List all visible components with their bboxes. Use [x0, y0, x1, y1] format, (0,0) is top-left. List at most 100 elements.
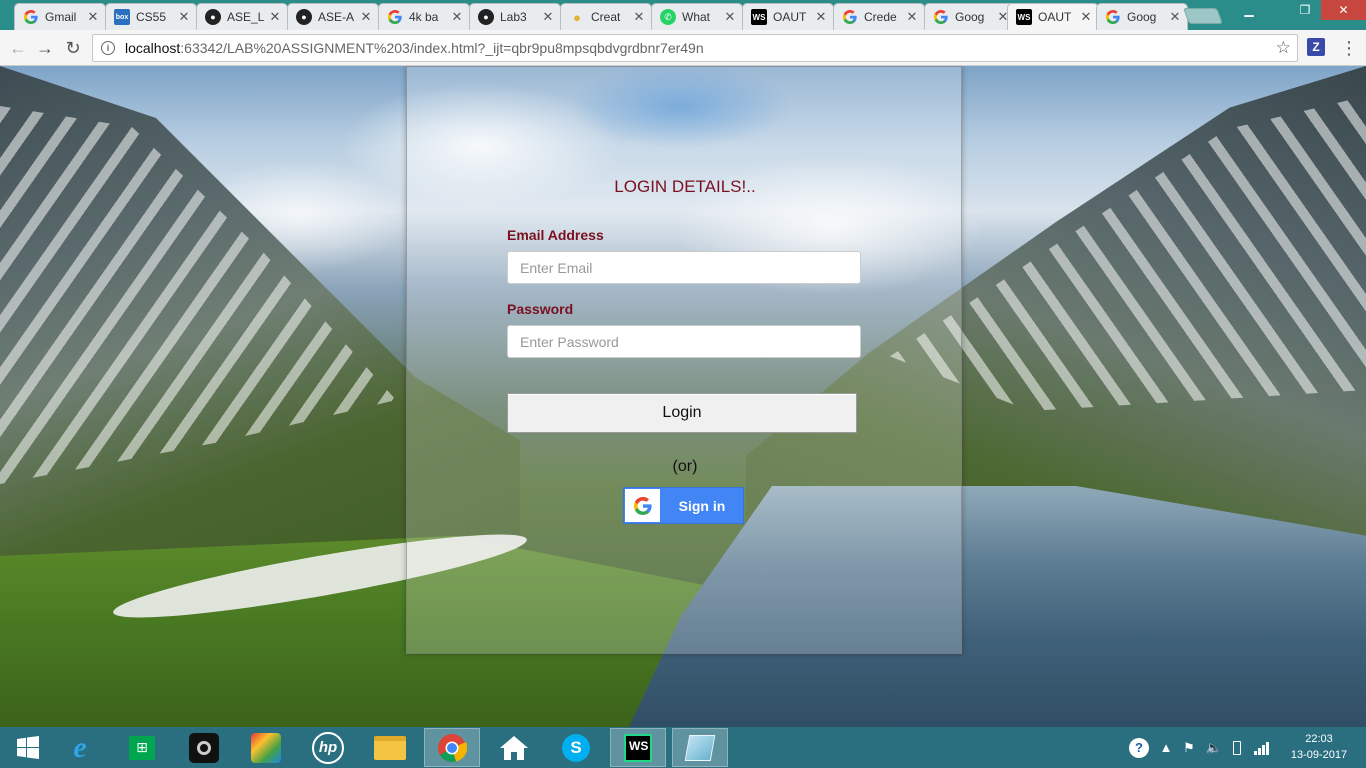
hp-icon[interactable]: hp: [300, 728, 356, 767]
extension-z-icon[interactable]: Z: [1307, 38, 1325, 56]
volume-icon[interactable]: 🔈: [1204, 727, 1224, 768]
bulb-icon: ●: [573, 9, 581, 25]
clock-date: 13-09-2017: [1290, 749, 1348, 761]
url-path: :63342/LAB%20ASSIGNMENT%203/index.html?_…: [180, 40, 704, 56]
close-tab-icon[interactable]: ✕: [269, 9, 281, 25]
chrome-icon[interactable]: [424, 728, 480, 767]
login-button[interactable]: Login: [507, 393, 857, 433]
tab-title: What: [682, 10, 711, 24]
login-title: LOGIN DETAILS!..: [614, 177, 756, 196]
back-arrow-icon[interactable]: ←: [6, 36, 30, 60]
url-host: localhost: [125, 40, 181, 56]
window-close-icon[interactable]: ✕: [1321, 0, 1366, 20]
tab-oauth[interactable]: WS OAUT ✕: [742, 3, 834, 30]
google-g-icon: [933, 9, 949, 25]
tab-title: Gmail: [45, 10, 77, 24]
info-icon[interactable]: i: [101, 41, 115, 55]
tab-credentials[interactable]: Crede ✕: [833, 3, 925, 30]
puzzle-app-icon[interactable]: [238, 728, 294, 767]
password-label: Password: [507, 301, 574, 317]
browser-toolbar: ← → ↻ i localhost:63342/LAB%20ASSIGNMENT…: [0, 30, 1366, 66]
help-icon[interactable]: ?: [1126, 727, 1152, 768]
action-center-flag-icon[interactable]: ⚑: [1180, 727, 1198, 768]
google-g-icon: [842, 9, 858, 25]
clock-time: 22:03: [1305, 733, 1333, 745]
password-input[interactable]: [507, 325, 861, 358]
notepad-icon[interactable]: [672, 728, 728, 767]
close-tab-icon[interactable]: ✕: [724, 9, 736, 25]
or-separator: (or): [672, 458, 698, 475]
url-text: localhost:63342/LAB%20ASSIGNMENT%203/ind…: [125, 40, 704, 56]
tab-title: Lab3: [500, 10, 527, 24]
file-explorer-icon[interactable]: [362, 728, 418, 767]
forward-arrow-icon[interactable]: →: [33, 36, 57, 60]
reload-icon[interactable]: ↻: [61, 36, 85, 60]
google-g-icon: [1105, 9, 1121, 25]
tab-title: Goog: [1127, 10, 1157, 24]
close-tab-icon[interactable]: ✕: [1169, 9, 1181, 25]
bookmark-star-icon[interactable]: ☆: [1276, 38, 1291, 58]
tab-google[interactable]: Goog ✕: [1096, 3, 1188, 30]
close-tab-icon[interactable]: ✕: [1080, 9, 1092, 25]
tab-oauth-active[interactable]: WS OAUT ✕: [1007, 3, 1099, 30]
github-icon: ●: [205, 9, 221, 25]
close-tab-icon[interactable]: ✕: [542, 9, 554, 25]
close-tab-icon[interactable]: ✕: [360, 9, 372, 25]
minimize-icon[interactable]: ▁: [1234, 0, 1264, 20]
tab-title: OAUT: [1038, 10, 1072, 24]
home-icon[interactable]: [486, 728, 542, 767]
login-panel: LOGIN DETAILS!.. Email Address Password …: [406, 66, 962, 654]
tab-google[interactable]: 4k ba ✕: [378, 3, 470, 30]
system-clock[interactable]: 22:03 13-09-2017: [1284, 731, 1354, 763]
tab-whatsapp[interactable]: ✆ What ✕: [651, 3, 743, 30]
email-label: Email Address: [507, 227, 604, 243]
close-tab-icon[interactable]: ✕: [178, 9, 190, 25]
show-hidden-icons-chevron-icon[interactable]: ▲: [1158, 727, 1174, 768]
tab-github[interactable]: ● ASE_L ✕: [196, 3, 288, 30]
close-tab-icon[interactable]: ✕: [815, 9, 827, 25]
google-g-icon: [625, 489, 660, 522]
close-tab-icon[interactable]: ✕: [451, 9, 463, 25]
restore-icon[interactable]: ❐: [1290, 0, 1320, 20]
start-icon[interactable]: [0, 728, 56, 767]
network-signal-icon[interactable]: [1252, 727, 1272, 768]
webstorm-icon[interactable]: WS: [610, 728, 666, 767]
tab-gmail[interactable]: Gmail ✕: [14, 3, 106, 30]
tab-title: ASE_L: [227, 10, 265, 24]
tab-box[interactable]: box CS55 ✕: [105, 3, 197, 30]
new-tab-button[interactable]: [1183, 8, 1223, 24]
skype-icon[interactable]: S: [548, 728, 604, 767]
tab-title: Crede: [864, 10, 897, 24]
tab-github[interactable]: ● Lab3 ✕: [469, 3, 561, 30]
windows-taskbar: e ⊞ hp S WS ? ▲ ⚑ 🔈 22:03 13-09-2017: [0, 727, 1366, 768]
close-tab-icon[interactable]: ✕: [633, 9, 645, 25]
store-icon[interactable]: ⊞: [114, 728, 170, 767]
github-icon: ●: [296, 9, 312, 25]
google-g-icon: [387, 9, 403, 25]
google-sign-in-label: Sign in: [678, 497, 726, 514]
browser-tab-strip: Gmail ✕ box CS55 ✕ ● ASE_L ✕ ● ASE-A ✕ 4…: [0, 0, 1366, 30]
whatsapp-icon: ✆: [660, 9, 676, 25]
google-g-icon: [23, 9, 39, 25]
battery-icon[interactable]: [1230, 727, 1244, 768]
tab-title: OAUT: [773, 10, 807, 24]
tab-title: Goog: [955, 10, 985, 24]
tab-title: ASE-A: [318, 10, 355, 24]
tab-google[interactable]: Goog ✕: [924, 3, 1016, 30]
webstorm-icon: WS: [751, 9, 767, 25]
address-bar[interactable]: i localhost:63342/LAB%20ASSIGNMENT%203/i…: [92, 34, 1298, 62]
internet-explorer-icon[interactable]: e: [52, 728, 108, 767]
google-sign-in-button[interactable]: Sign in: [623, 487, 744, 524]
github-icon: ●: [478, 9, 494, 25]
camera-app-icon[interactable]: [176, 728, 232, 767]
close-tab-icon[interactable]: ✕: [906, 9, 918, 25]
webstorm-icon: WS: [1016, 9, 1032, 25]
tab-title: 4k ba: [409, 10, 439, 24]
page-viewport: LOGIN DETAILS!.. Email Address Password …: [0, 66, 1366, 727]
tab-create[interactable]: ● Creat ✕: [560, 3, 652, 30]
chrome-menu-icon[interactable]: ⋮: [1340, 38, 1358, 58]
tab-github[interactable]: ● ASE-A ✕: [287, 3, 379, 30]
close-tab-icon[interactable]: ✕: [87, 9, 99, 25]
email-input[interactable]: [507, 251, 861, 284]
box-icon: box: [114, 9, 130, 25]
